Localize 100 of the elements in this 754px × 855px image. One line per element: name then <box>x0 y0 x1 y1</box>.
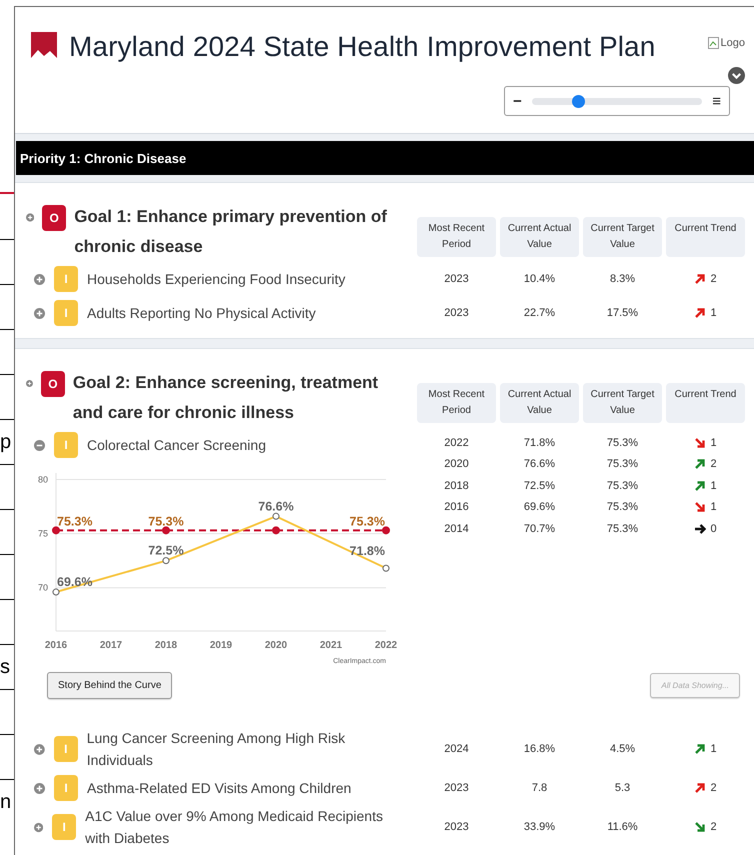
expand-icon[interactable] <box>34 822 44 832</box>
data-point <box>382 564 390 572</box>
data-label: 76.6% <box>258 499 294 514</box>
actual-value-cell-text: 72.5% <box>522 480 556 492</box>
period-cell-text: 2023 <box>443 782 470 794</box>
trend-count: 2 <box>710 782 717 794</box>
background-text: s <box>0 656 10 678</box>
data-label: 69.6% <box>57 575 92 590</box>
measure-title[interactable]: A1C Value over 9% Among Medicaid Recipients with Diabetes <box>85 805 407 849</box>
column-header: Most Recent Period <box>417 217 496 257</box>
logo-alt-text: Logo <box>720 37 745 49</box>
measure-title[interactable]: Colorectal Cancer Screening <box>87 434 266 456</box>
measure-title[interactable]: Households Experiencing Food Insecurity <box>87 268 346 290</box>
broken-image-icon <box>708 37 720 49</box>
actual-value-cell-text: 71.8% <box>522 436 556 449</box>
priority-header: Priority 1: Chronic Disease <box>16 141 754 175</box>
status-badge: I <box>54 736 78 762</box>
data-label: 75.3% <box>350 514 385 528</box>
column-header: Current Trend <box>666 217 745 257</box>
axis-label: 2018 <box>154 640 178 651</box>
background-text: p <box>0 430 12 454</box>
period-cell-text: 2014 <box>443 522 470 535</box>
menu-button[interactable]: ≡ <box>712 92 721 110</box>
column-header: Current Actual Value <box>500 217 579 257</box>
actual-value-cell-text: 10.4% <box>522 273 556 285</box>
column-header: Current Actual Value <box>500 383 579 423</box>
goal-title: Goal 2: Enhance screening, treatment and care for chronic illness <box>72 372 380 424</box>
target-value-cell-text: 75.3% <box>606 522 640 535</box>
trend-count: 2 <box>710 273 717 285</box>
data-point <box>382 526 390 534</box>
status-badge: I <box>54 775 78 801</box>
trend-count: 0 <box>710 522 717 535</box>
measure-title[interactable]: Asthma-Related ED Visits Among Children <box>87 777 352 799</box>
status-badge: I <box>52 814 76 840</box>
period-cell-text: 2023 <box>443 307 470 319</box>
period-cell-text: 2020 <box>443 458 470 470</box>
column-header: Most Recent Period <box>417 383 496 423</box>
actual-value-cell-text: 76.6% <box>522 458 556 470</box>
measure-title[interactable]: Adults Reporting No Physical Activity <box>87 302 316 324</box>
slider-thumb[interactable] <box>572 94 585 108</box>
period-cell-text: 2024 <box>443 743 470 755</box>
trend-count: 1 <box>710 501 717 514</box>
measure-title[interactable]: Lung Cancer Screening Among High Risk Individuals <box>86 727 407 771</box>
expand-icon[interactable] <box>34 308 45 318</box>
trend-count: 2 <box>710 821 717 833</box>
period-cell-text: 2023 <box>443 273 470 285</box>
column-header: Current Target Value <box>583 383 662 423</box>
actual-value-cell-text: 7.8 <box>530 782 548 794</box>
trend-count: 2 <box>710 458 717 470</box>
actual-value-cell-text: 70.7% <box>522 522 556 535</box>
data-point <box>52 526 60 534</box>
target-value-cell-text: 17.5% <box>606 307 640 319</box>
target-value-cell-text: 8.3% <box>608 273 636 285</box>
target-value-cell-text: 75.3% <box>606 480 640 492</box>
actual-value-cell-text: 16.8% <box>522 743 556 755</box>
axis-label: 2016 <box>44 640 68 651</box>
data-point <box>162 526 170 534</box>
background-text: n <box>0 790 12 814</box>
axis-label: 2021 <box>320 640 342 651</box>
period-cell-text: 2018 <box>443 480 470 492</box>
collapse-icon[interactable] <box>34 440 45 450</box>
dropdown-icon[interactable] <box>728 67 745 84</box>
data-label: 72.5% <box>148 544 184 558</box>
data-point <box>162 557 170 564</box>
trend-count: 1 <box>710 436 717 449</box>
zoom-slider[interactable] <box>532 98 702 104</box>
column-header: Current Target Value <box>583 217 662 257</box>
story-button[interactable]: Story Behind the Curve <box>47 672 172 699</box>
target-value-cell-text: 75.3% <box>606 501 640 514</box>
status-badge: O <box>40 371 65 397</box>
axis-label: 80 <box>38 474 48 484</box>
axis-label: 2020 <box>264 640 288 651</box>
data-point <box>52 588 60 596</box>
axis-label: 2022 <box>374 640 398 651</box>
target-value-cell-text: 4.5% <box>608 743 636 755</box>
status-badge: O <box>42 205 66 231</box>
zoom-out-button[interactable]: − <box>513 92 522 110</box>
expand-icon[interactable] <box>26 212 34 223</box>
status-badge: I <box>54 432 78 458</box>
axis-label: 2019 <box>210 640 232 651</box>
status-badge: I <box>54 300 78 326</box>
data-point <box>272 512 280 520</box>
target-value-cell-text: 11.6% <box>606 821 639 833</box>
data-label: 71.8% <box>350 544 385 558</box>
axis-label: 2017 <box>100 640 122 651</box>
expand-icon[interactable] <box>26 378 33 389</box>
flag-logo-icon <box>30 31 58 59</box>
expand-icon[interactable] <box>34 782 45 794</box>
data-label: 75.3% <box>148 514 184 528</box>
data-point <box>272 526 280 534</box>
expand-icon[interactable] <box>34 744 45 754</box>
expand-icon[interactable] <box>34 274 45 284</box>
column-header: Current Trend <box>666 383 745 423</box>
trend-count: 1 <box>710 307 717 319</box>
actual-value-cell-text: 69.6% <box>522 501 556 514</box>
trend-count: 1 <box>710 743 717 755</box>
data-label: 75.3% <box>57 514 92 528</box>
period-cell-text: 2016 <box>443 501 470 514</box>
axis-label: 70 <box>38 582 48 593</box>
period-cell-text: 2023 <box>443 821 470 833</box>
